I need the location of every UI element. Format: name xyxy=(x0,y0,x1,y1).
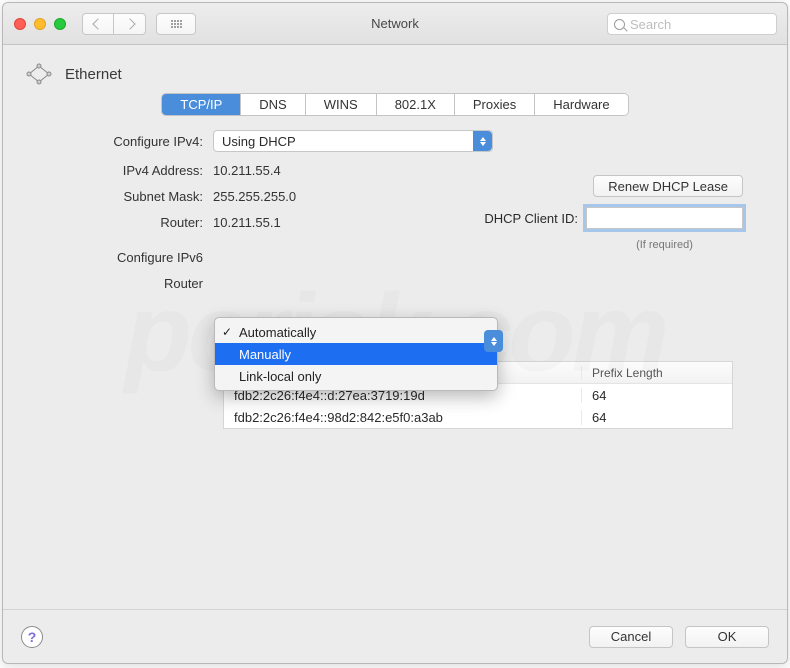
close-window-button[interactable] xyxy=(14,18,26,30)
renew-dhcp-lease-button[interactable]: Renew DHCP Lease xyxy=(593,175,743,197)
prefix-length-cell: 64 xyxy=(582,410,732,425)
configure-ipv4-row: Configure IPv4: Using DHCP xyxy=(43,130,747,152)
configure-ipv4-value: Using DHCP xyxy=(222,134,296,149)
ipv4-address-label: IPv4 Address: xyxy=(43,163,213,178)
menu-item-automatically[interactable]: ✓ Automatically xyxy=(215,321,497,343)
tab-8021x[interactable]: 802.1X xyxy=(377,94,455,115)
ipv6-address-cell: fdb2:2c26:f4e4::98d2:842:e5f0:a3ab xyxy=(224,410,582,425)
tab-dns[interactable]: DNS xyxy=(241,94,305,115)
tabs: TCP/IP DNS WINS 802.1X Proxies Hardware xyxy=(161,93,628,116)
grid-icon xyxy=(171,20,182,28)
chevron-right-icon xyxy=(124,18,135,29)
router-v4-value: 10.211.55.1 xyxy=(213,215,281,230)
tab-proxies[interactable]: Proxies xyxy=(455,94,535,115)
back-button[interactable] xyxy=(82,13,114,35)
configure-ipv4-select[interactable]: Using DHCP xyxy=(213,130,493,152)
prefix-length-cell: 64 xyxy=(582,388,732,403)
forward-button[interactable] xyxy=(114,13,146,35)
configure-ipv4-label: Configure IPv4: xyxy=(43,134,213,149)
checkmark-icon: ✓ xyxy=(222,325,232,339)
cancel-button[interactable]: Cancel xyxy=(589,626,673,648)
tab-wins[interactable]: WINS xyxy=(306,94,377,115)
zoom-window-button[interactable] xyxy=(54,18,66,30)
select-arrows-icon xyxy=(473,131,492,151)
search-icon xyxy=(614,19,625,30)
right-column: Renew DHCP Lease DHCP Client ID: (If req… xyxy=(484,175,743,251)
minimize-window-button[interactable] xyxy=(34,18,46,30)
nav-buttons xyxy=(82,13,146,35)
header-section: Ethernet xyxy=(3,45,787,93)
router-v6-label: Router xyxy=(43,276,213,291)
menu-item-label: Manually xyxy=(239,347,291,362)
help-button[interactable]: ? xyxy=(21,626,43,648)
titlebar: Network Search xyxy=(3,3,787,45)
col-prefix-length[interactable]: Prefix Length xyxy=(582,366,732,380)
menu-item-label: Automatically xyxy=(239,325,316,340)
menu-item-manually[interactable]: Manually xyxy=(215,343,497,365)
tabs-row: TCP/IP DNS WINS 802.1X Proxies Hardware xyxy=(3,93,787,130)
router-v6-row: Router xyxy=(43,276,747,291)
search-field[interactable]: Search xyxy=(607,13,777,35)
ipv4-address-value: 10.211.55.4 xyxy=(213,163,281,178)
ethernet-icon xyxy=(25,63,53,85)
subnet-mask-value: 255.255.255.0 xyxy=(213,189,296,204)
configure-ipv6-label: Configure IPv6 xyxy=(43,250,213,265)
search-placeholder: Search xyxy=(630,17,671,32)
show-all-button[interactable] xyxy=(156,13,196,35)
router-v4-label: Router: xyxy=(43,215,213,230)
subnet-mask-label: Subnet Mask: xyxy=(43,189,213,204)
dhcp-client-id-label: DHCP Client ID: xyxy=(484,211,578,226)
ok-button[interactable]: OK xyxy=(685,626,769,648)
traffic-lights xyxy=(3,18,66,30)
select-arrows-icon xyxy=(484,330,503,352)
footer: ? Cancel OK xyxy=(3,609,787,663)
menu-item-link-local-only[interactable]: Link-local only xyxy=(215,365,497,387)
tab-hardware[interactable]: Hardware xyxy=(535,94,627,115)
menu-item-label: Link-local only xyxy=(239,369,321,384)
dhcp-client-row: DHCP Client ID: xyxy=(484,207,743,229)
page-title: Ethernet xyxy=(65,66,122,83)
chevron-left-icon xyxy=(92,18,103,29)
table-row[interactable]: fdb2:2c26:f4e4::98d2:842:e5f0:a3ab 64 xyxy=(224,406,732,428)
network-prefs-sheet: Network Search Ethernet TCP/IP DNS WINS … xyxy=(2,2,788,664)
dhcp-client-id-input[interactable] xyxy=(586,207,743,229)
tab-tcpip[interactable]: TCP/IP xyxy=(162,94,241,115)
configure-ipv6-menu[interactable]: ✓ Automatically Manually Link-local only xyxy=(214,317,498,391)
configure-ipv6-row: Configure IPv6 xyxy=(43,250,747,265)
